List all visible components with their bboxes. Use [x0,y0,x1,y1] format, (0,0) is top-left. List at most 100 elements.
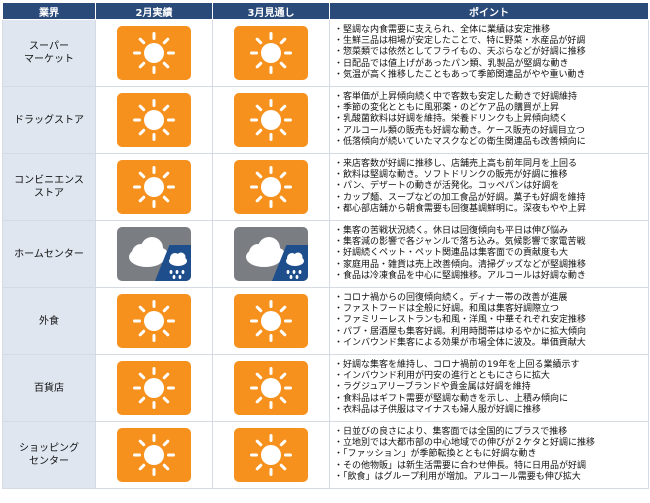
sector-label: コンビニエンス [14,175,84,186]
points-cell: ・客単価が上昇傾向続く中で客数も安定した動きで好調維持 ・季節の変化とともに風邪薬… [329,86,649,154]
sunny-icon [117,26,191,80]
header-points: ポイント [329,2,649,20]
point-item: ・その他物販」は新生活需要に合わせ伸長。特に日用品が好調 [334,460,587,471]
point-item: ・乳酸菌飲料は好調を維持。栄養ドリンクも上昇傾向続く [334,114,569,125]
points-cell: ・堅調な内食需要に支えられ、全体に業績は安定推移 ・生鮮三品は相場が安定したことで… [329,19,649,87]
sunny-icon [234,294,308,348]
header-feb-actual: 2月実績 [95,2,213,20]
mar-weather-cell [212,220,330,288]
sunny-icon [234,361,308,415]
feb-weather-cell [95,421,213,489]
point-item: ・インバウンド集客による効果が市場全体に波及。単価貢献大 [334,337,586,348]
point-item: ・カップ麺、スープなどの加工食品が好調。菓子も好調を維持 [334,192,586,203]
table-row: ホームセンター ・集客の苦戦状況続く。休日は回復傾向も平日は伸び悩み ・集客減の影… [2,220,649,288]
sunny-icon [234,428,308,482]
points-cell: ・好調な集客を維持し、コロナ禍前の19年を上回る業績示す ・インバウンド利用が円安… [329,354,649,422]
sector-label: ドラッグストア [14,114,84,126]
point-item: ・パン、デザートの動きが活発化。コッペパンは好調を [334,181,560,192]
sector-label: ストア [34,188,64,199]
point-item: ・食品は冷凍食品を中心に堅調推移。アルコールは好調な動き [334,270,586,281]
point-item: ・好調続くペット・ペット関連品は集客面での貢献度も大 [334,248,569,259]
sector-label: マーケット [24,54,74,65]
point-item: ・ラグジュアリーブランドや貴金属は好調を維持 [334,382,531,393]
sector-label: 百貨店 [34,382,64,394]
sector-cell: 外食 [2,287,96,355]
feb-weather-cell [95,153,213,221]
header-row: 業界 2月実績 3月見通し ポイント [2,2,649,20]
table-row: 百貨店 ・好調な集客を維持し、コロナ禍前の19年を上回る業績示す ・インバウンド利… [2,354,649,422]
sunny-icon [117,93,191,147]
sector-label: ホームセンター [14,248,84,260]
point-item: ・集客減の影響で各ジャンルで落ち込み。気候影響で家電苦戦 [334,237,586,248]
point-item: ・集客の苦戦状況続く。休日は回復傾向も平日は伸び悩み [334,225,569,236]
table-row: ショッピング センター ・日並びの良さにより、集客面では全国的にプラスで推移 ・立地… [2,421,649,489]
sunny-icon [234,26,308,80]
points-cell: ・集客の苦戦状況続く。休日は回復傾向も平日は伸び悩み ・集客減の影響で各ジャンルで… [329,220,649,288]
sector-cell: スーパー マーケット [2,19,96,87]
mar-weather-cell [212,86,330,154]
forecast-table: 業界 2月実績 3月見通し ポイント スーパーマーケット ・堅調な内食需要に支え… [2,2,649,489]
point-item: ・飲料は堅調な動き。ソフトドリンクの販売が好調に推移 [334,170,568,181]
sector-label: センター [29,456,69,467]
points-cell: ・日並びの良さにより、集客面では全国的にプラスで推移 ・立地別では大都市部の中心地… [329,421,649,489]
sector-cell: 百貨店 [2,354,96,422]
feb-weather-cell [95,354,213,422]
point-item: ・気温が高く推移したこともあって季節関連品がやや重い動き [334,69,586,80]
table-row: スーパーマーケット ・堅調な内食需要に支えられ、全体に業績は安定推移 ・生鮮三品は… [2,19,649,87]
sector-label: スーパー [29,41,69,52]
point-item: ・インバウンド利用が円安の進行とともにさらに拡大 [334,371,550,382]
feb-weather-cell [95,86,213,154]
sector-cell: ホームセンター [2,220,96,288]
sector-label: 外食 [39,315,59,327]
point-item: ・低落傾向が続いていたマスクなどの衛生関連品も改善傾向に [334,136,586,147]
sunny-icon [117,428,191,482]
mar-weather-cell [212,153,330,221]
point-item: ・惣菜類では依然としてフライもの、天ぷらなどが好調に推移 [334,47,586,58]
point-item: ・食料品はギフト需要が堅調な動きを示し、上積み傾向に [334,393,569,404]
point-item: ・コロナ禍からの回復傾向続く。ディナー帯の改善が進展 [334,292,568,303]
point-item: ・日配品では値上げがあったパン類、乳製品が堅調な動き [334,58,569,69]
sunny-icon [234,160,308,214]
feb-weather-cell [95,220,213,288]
points-cell: ・来店客数が好調に推移し、店舗売上高も前年同月を上回る ・飲料は堅調な動き。ソフト… [329,153,649,221]
point-item: ・都心部店舗から朝食需要も回復基調鮮明に。深夜もやや上昇 [334,203,587,214]
point-item: ・「飲食」はグループ利用が増加。アルコール需要も伸び拡大 [334,471,581,482]
sunny-icon [117,361,191,415]
sector-cell: コンビニエンス ストア [2,153,96,221]
sunny-icon [117,160,191,214]
point-item: ・季節の変化とともに風邪薬・のどケア品の購買が上昇 [334,103,560,114]
feb-weather-cell [95,287,213,355]
table-row: ドラッグストア ・客単価が上昇傾向続く中で客数も安定した動きで好調維持 ・季節の変… [2,86,649,154]
sector-cell: ショッピング センター [2,421,96,489]
point-item: ・アルコール類の販売も好調な動き。ケース販売の好調目立つ [334,125,585,136]
sunny-icon [117,294,191,348]
mar-weather-cell [212,421,330,489]
point-item: ・ファミリーレストランも和風・洋風・中華それぞれ安定推移 [334,315,587,326]
sector-cell: ドラッグストア [2,86,96,154]
point-item: ・日並びの良さにより、集客面では全国的にプラスで推移 [334,426,568,437]
point-item: ・堅調な内食需要に支えられ、全体に業績は安定推移 [334,24,551,35]
sector-label: ショッピング [19,443,79,454]
mar-weather-cell [212,19,330,87]
table-row: コンビニエンス ストア ・来店客数が好調に推移し、店舗売上高も前年同月を上回る ・飲… [2,153,649,221]
point-item: ・立地別では大都市部の中心地域での伸びが２ケタと好調に推移 [334,438,596,449]
mar-weather-cell [212,354,330,422]
header-sector: 業界 [2,2,96,20]
cloudy-rain-icon [117,227,191,281]
point-item: ・客単価が上昇傾向続く中で客数も安定した動きで好調維持 [334,91,578,102]
point-item: ・パブ・居酒屋も集客好調。利用時間帯はゆるやかに拡大傾向 [334,326,587,337]
mar-weather-cell [212,287,330,355]
point-item: ・来店客数が好調に推移し、店舗売上高も前年同月を上回る [334,158,578,169]
sunny-icon [234,93,308,147]
header-mar-outlook: 3月見通し [212,2,330,20]
cloudy-rain-icon [234,227,308,281]
point-item: ・ファストフードは全般に好調。和風は集客好調際立つ [334,304,560,315]
point-item: ・「ファッション」が季節転換とともに好調な動き [334,449,537,460]
point-item: ・好調な集客を維持し、コロナ禍前の19年を上回る業績示す [334,359,580,370]
point-item: ・家庭用品・雑貨は売上改善傾向。清掃グッズなどが堅調推移 [334,259,587,270]
feb-weather-cell [95,19,213,87]
table-row: 外食 ・コロナ禍からの回復傾向続く。ディナー帯の改善が進展 ・ファストフードは全般… [2,287,649,355]
point-item: ・生鮮三品は相場が安定したことで、特に野菜・水産品が好調 [334,36,586,47]
point-item: ・衣料品は子供服はマイナスも婦人服が好調に推移 [334,404,541,415]
points-cell: ・コロナ禍からの回復傾向続く。ディナー帯の改善が進展 ・ファストフードは全般に好調… [329,287,649,355]
